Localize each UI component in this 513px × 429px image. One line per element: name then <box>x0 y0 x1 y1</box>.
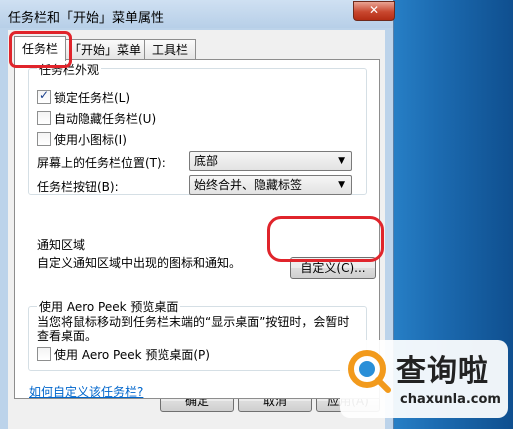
properties-dialog: 任务栏和「开始」菜单属性 ✕ 任务栏 「开始」菜单 工具栏 任务栏外观 ✓ 锁定… <box>0 0 395 429</box>
notification-title: 通知区域 <box>37 238 86 252</box>
help-link[interactable]: 如何自定义该任务栏? <box>29 383 143 400</box>
aero-peek-checkbox[interactable] <box>37 347 51 361</box>
small-icons-checkbox[interactable] <box>37 132 51 146</box>
title-bar[interactable]: 任务栏和「开始」菜单属性 ✕ <box>0 0 395 28</box>
dropdown-arrow-icon: ▼ <box>338 180 345 190</box>
position-select-value: 底部 <box>194 154 219 168</box>
customize-highlight-annotation <box>267 216 384 262</box>
aero-description-line2: 查看桌面。 <box>37 329 98 343</box>
checkmark-icon: ✓ <box>39 88 50 102</box>
lock-taskbar-label: 锁定任务栏(L) <box>54 91 131 105</box>
position-label: 屏幕上的任务栏位置(T): <box>37 156 166 170</box>
position-select[interactable]: 底部 ▼ <box>189 151 352 171</box>
watermark: 查询啦 chaxunla.com <box>340 340 508 418</box>
aero-peek-label: 使用 Aero Peek 预览桌面(P) <box>54 348 210 362</box>
autohide-checkbox[interactable] <box>37 111 51 125</box>
tab-toolbars[interactable]: 工具栏 <box>144 39 196 60</box>
magnifier-logo-icon <box>348 350 391 393</box>
notification-description: 自定义通知区域中出现的图标和通知。 <box>37 256 242 270</box>
buttons-label: 任务栏按钮(B): <box>37 180 119 194</box>
window-title: 任务栏和「开始」菜单属性 <box>8 11 165 26</box>
buttons-select[interactable]: 始终合并、隐藏标签 ▼ <box>189 175 352 195</box>
buttons-select-value: 始终合并、隐藏标签 <box>194 178 303 192</box>
dropdown-arrow-icon: ▼ <box>338 156 345 166</box>
lock-taskbar-checkbox[interactable]: ✓ <box>37 88 51 104</box>
autohide-label: 自动隐藏任务栏(U) <box>54 112 157 126</box>
watermark-url: chaxunla.com <box>400 392 501 407</box>
tab-highlight-annotation <box>9 31 72 68</box>
small-icons-label: 使用小图标(I) <box>54 133 127 147</box>
tab-start-menu[interactable]: 「开始」菜单 <box>65 39 145 60</box>
close-button[interactable]: ✕ <box>353 1 395 21</box>
watermark-brand: 查询啦 <box>396 354 489 389</box>
